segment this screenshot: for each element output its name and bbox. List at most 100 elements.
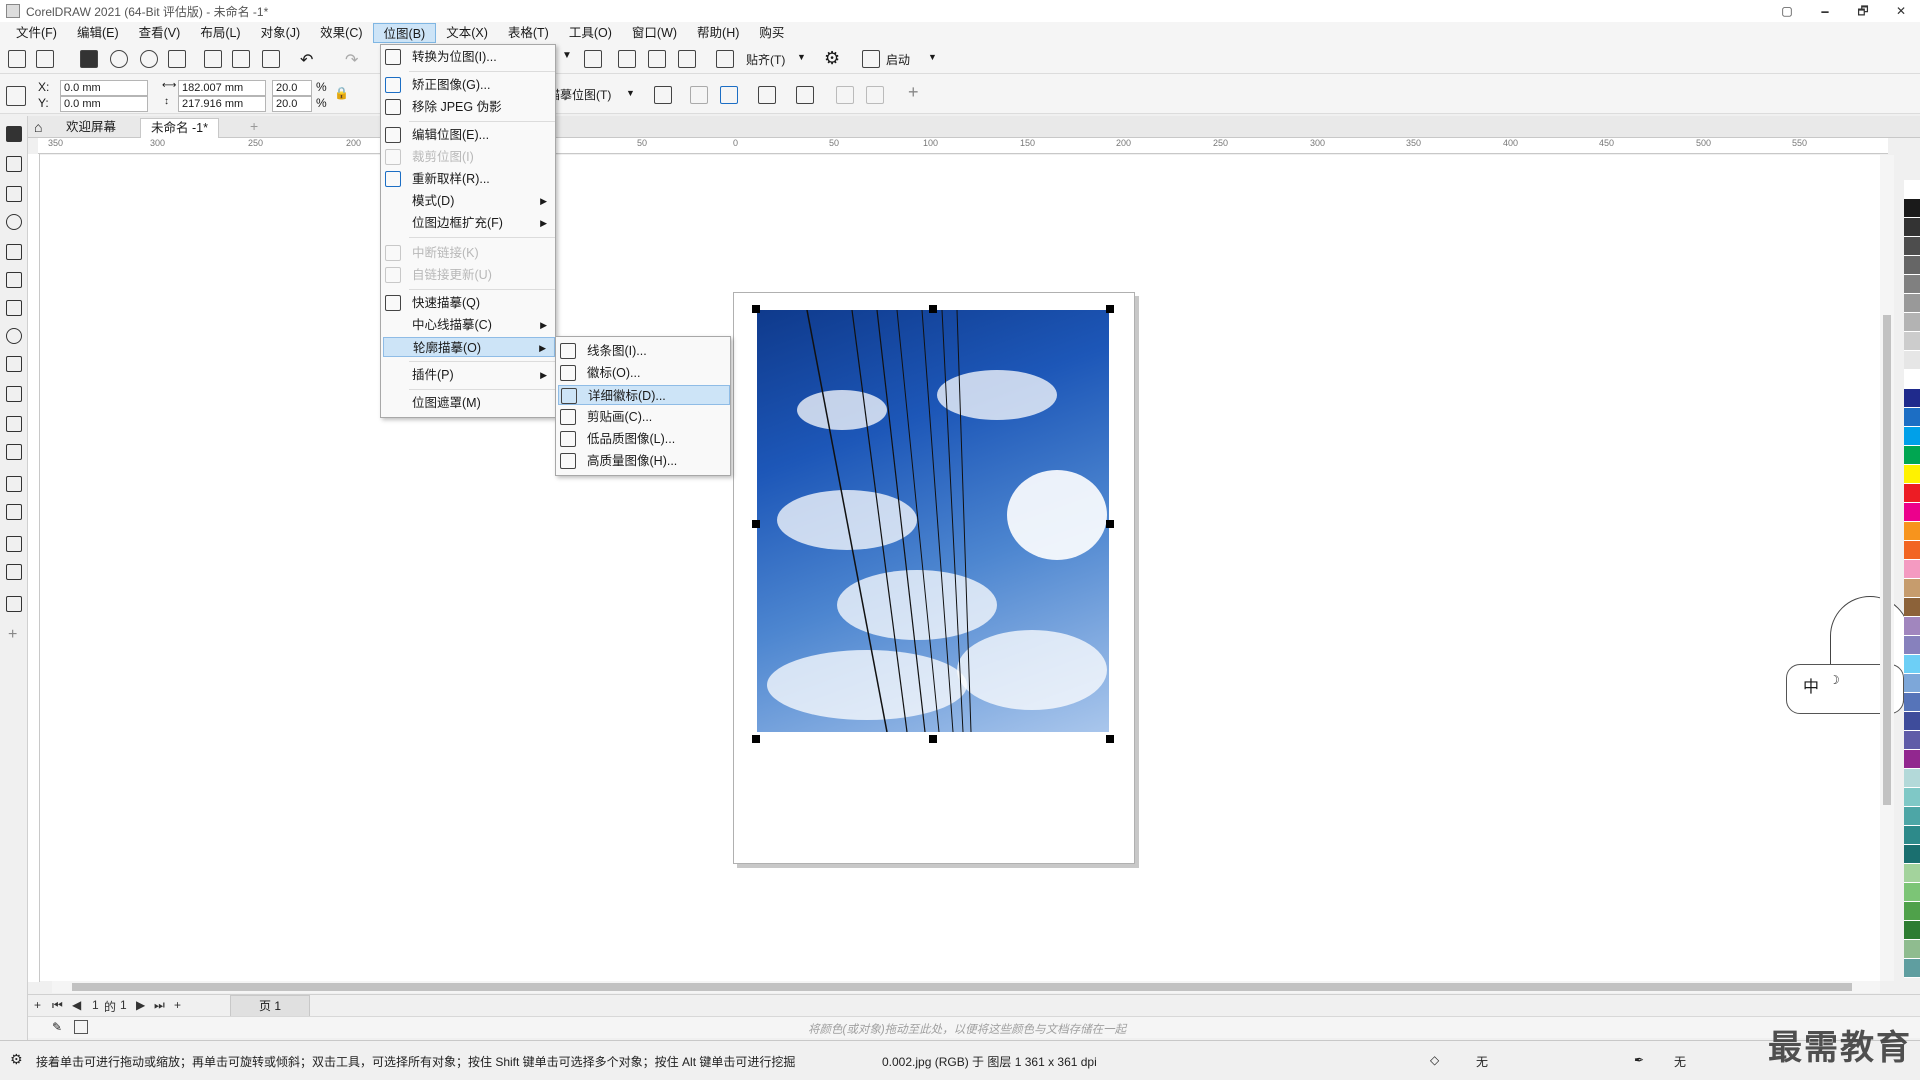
grid-icon[interactable] — [648, 50, 666, 68]
vertical-scroll-thumb[interactable] — [1883, 315, 1891, 805]
vertical-ruler[interactable] — [28, 154, 40, 982]
menu-item-plugins[interactable]: 插件(P) ▶ — [381, 365, 555, 385]
horizontal-scrollbar[interactable] — [52, 981, 1880, 993]
selection-handle[interactable] — [1106, 520, 1114, 528]
palette-swatch[interactable] — [1904, 826, 1920, 845]
transparency-tool-icon[interactable] — [6, 504, 22, 520]
undo-icon[interactable]: ↶ — [300, 50, 313, 70]
palette-swatch[interactable] — [1904, 294, 1920, 313]
menu-effects[interactable]: 效果(C) — [310, 23, 372, 43]
snap-to-dropdown[interactable]: 贴齐(T) — [746, 51, 785, 68]
menu-item-quick-trace[interactable]: 快速描摹(Q) — [381, 293, 555, 313]
snap-chevron-icon[interactable]: ▼ — [797, 52, 806, 62]
horizontal-scroll-thumb[interactable] — [72, 983, 1852, 991]
trace-bitmap-dropdown[interactable]: 描摹位图(T) — [548, 86, 611, 103]
save-icon[interactable] — [80, 50, 98, 68]
add-page-before-icon[interactable]: + — [34, 998, 41, 1012]
crop-bitmap-icon[interactable] — [690, 86, 708, 104]
selection-handle[interactable] — [929, 305, 937, 313]
add-tool-icon[interactable]: + — [8, 626, 17, 644]
full-screen-icon[interactable] — [584, 50, 602, 68]
palette-swatch[interactable] — [1904, 465, 1920, 484]
palette-swatch[interactable] — [1904, 807, 1920, 826]
rulers-icon[interactable] — [618, 50, 636, 68]
palette-swatch[interactable] — [1904, 598, 1920, 617]
selected-bitmap-sky-photo[interactable] — [757, 310, 1109, 732]
shape-tool-icon[interactable] — [6, 156, 22, 172]
palette-swatch[interactable] — [1904, 940, 1920, 959]
settings-gear-icon[interactable]: ⚙ — [10, 1051, 23, 1068]
palette-swatch[interactable] — [1904, 446, 1920, 465]
object-origin-icon[interactable] — [6, 86, 26, 106]
wrap-text-icon[interactable] — [796, 86, 814, 104]
selection-handle[interactable] — [752, 305, 760, 313]
tab-welcome[interactable]: 欢迎屏幕 — [56, 118, 126, 138]
menu-object[interactable]: 对象(J) — [251, 23, 311, 43]
palette-swatch[interactable] — [1904, 389, 1920, 408]
menu-file[interactable]: 文件(F) — [6, 23, 67, 43]
palette-swatch[interactable] — [1904, 541, 1920, 560]
outline-pen-icon[interactable]: ✒ — [1634, 1053, 1644, 1067]
menu-tools[interactable]: 工具(O) — [559, 23, 622, 43]
menu-table[interactable]: 表格(T) — [498, 23, 559, 43]
palette-swatch[interactable] — [1904, 332, 1920, 351]
width-field[interactable]: 182.007 mm — [178, 80, 266, 96]
palette-swatch[interactable] — [1904, 256, 1920, 275]
palette-swatch[interactable] — [1904, 864, 1920, 883]
palette-swatch[interactable] — [1904, 845, 1920, 864]
zoom-tool-icon[interactable] — [6, 214, 22, 230]
selection-handle[interactable] — [1106, 305, 1114, 313]
eyedropper-icon[interactable]: ✎ — [52, 1020, 62, 1034]
next-page-icon[interactable]: ▶ — [136, 998, 145, 1012]
selection-handle[interactable] — [929, 735, 937, 743]
palette-swatch[interactable] — [1904, 921, 1920, 940]
fill-indicator-icon[interactable]: ◇ — [1430, 1053, 1439, 1067]
scale-y-field[interactable]: 20.0 — [272, 96, 312, 112]
ellipse-tool-icon[interactable] — [6, 328, 22, 344]
menu-window[interactable]: 窗口(W) — [622, 23, 687, 43]
eyedropper-icon[interactable] — [6, 536, 22, 552]
options-gear-icon[interactable]: ⚙ — [824, 48, 840, 69]
palette-swatch[interactable] — [1904, 579, 1920, 598]
redo-icon[interactable]: ↷ — [345, 50, 358, 70]
palette-swatch[interactable] — [1904, 674, 1920, 693]
zoom-dropdown-icon[interactable]: ▼ — [562, 50, 572, 61]
palette-swatch[interactable] — [1904, 788, 1920, 807]
smart-fill-icon[interactable] — [6, 596, 22, 612]
launch-icon[interactable] — [862, 50, 880, 68]
restore-icon[interactable]: ▢ — [1768, 0, 1806, 22]
menu-item-mode[interactable]: 模式(D) ▶ — [381, 191, 555, 211]
parallel-dimension-icon[interactable] — [6, 416, 22, 432]
export-icon[interactable] — [232, 50, 250, 68]
lock-ratio-icon[interactable]: 🔒 — [334, 86, 349, 100]
menu-item-bitmap-border[interactable]: 位图边框扩充(F) ▶ — [381, 213, 555, 233]
palette-swatch[interactable] — [1904, 180, 1920, 199]
connector-tool-icon[interactable] — [6, 444, 22, 460]
cloud-download-icon[interactable] — [110, 50, 128, 68]
palette-swatch[interactable] — [1904, 408, 1920, 427]
no-color-icon[interactable] — [74, 1020, 88, 1034]
publish-pdf-icon[interactable] — [262, 50, 280, 68]
menu-view[interactable]: 查看(V) — [129, 23, 191, 43]
maximize-button[interactable]: 🗗 — [1844, 0, 1882, 22]
minimize-button[interactable]: 🗕 — [1806, 0, 1844, 22]
menu-item-outline-trace[interactable]: 轮廓描摹(O) ▶ — [383, 337, 555, 357]
menu-buy[interactable]: 购买 — [749, 23, 794, 43]
menu-item-clipart[interactable]: 剪贴画(C)... — [556, 407, 730, 427]
new-document-icon[interactable] — [8, 50, 26, 68]
edit-bitmap-icon[interactable] — [654, 86, 672, 104]
to-back-icon[interactable] — [866, 86, 884, 104]
menu-item-line-art[interactable]: 线条图(I)... — [556, 341, 730, 361]
rectangle-tool-icon[interactable] — [6, 300, 22, 316]
add-page-after-icon[interactable]: + — [174, 998, 181, 1012]
cloud-upload-icon[interactable] — [140, 50, 158, 68]
y-position-field[interactable]: 0.0 mm — [60, 96, 148, 112]
bitmap-frame-icon[interactable] — [758, 86, 776, 104]
palette-swatch[interactable] — [1904, 731, 1920, 750]
guidelines-icon[interactable] — [678, 50, 696, 68]
horizontal-ruler[interactable]: 350 300 250 200 50 0 50 100 150 200 250 … — [38, 138, 1888, 154]
drop-shadow-icon[interactable] — [6, 476, 22, 492]
menu-item-convert-to-bitmap[interactable]: 转换为位图(I)... — [381, 47, 555, 67]
height-field[interactable]: 217.916 mm — [178, 96, 266, 112]
vertical-scrollbar[interactable] — [1880, 155, 1894, 981]
